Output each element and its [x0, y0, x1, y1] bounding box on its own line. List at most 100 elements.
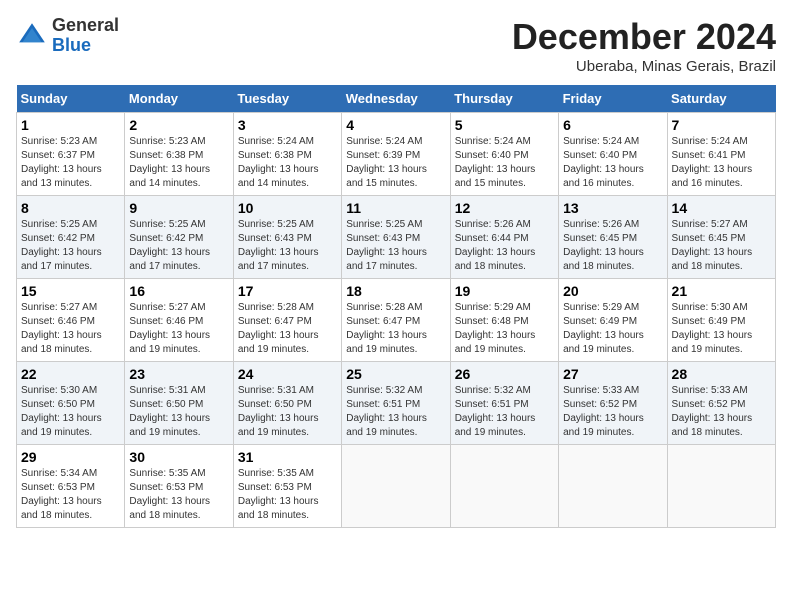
- day-info: Sunrise: 5:29 AM Sunset: 6:48 PM Dayligh…: [455, 301, 554, 357]
- day-number: 11: [346, 200, 445, 216]
- day-number: 22: [21, 366, 120, 382]
- calendar-table: SundayMondayTuesdayWednesdayThursdayFrid…: [16, 85, 776, 528]
- day-info: Sunrise: 5:35 AM Sunset: 6:53 PM Dayligh…: [129, 467, 228, 523]
- month-title: December 2024: [512, 16, 776, 58]
- calendar-cell: 26 Sunrise: 5:32 AM Sunset: 6:51 PM Dayl…: [450, 362, 558, 445]
- col-header-tuesday: Tuesday: [233, 85, 341, 113]
- day-info: Sunrise: 5:29 AM Sunset: 6:49 PM Dayligh…: [563, 301, 662, 357]
- calendar-cell: 18 Sunrise: 5:28 AM Sunset: 6:47 PM Dayl…: [342, 279, 450, 362]
- calendar-cell: 30 Sunrise: 5:35 AM Sunset: 6:53 PM Dayl…: [125, 445, 233, 528]
- day-number: 18: [346, 283, 445, 299]
- day-number: 12: [455, 200, 554, 216]
- calendar-header-row: SundayMondayTuesdayWednesdayThursdayFrid…: [17, 85, 776, 113]
- calendar-cell: 9 Sunrise: 5:25 AM Sunset: 6:42 PM Dayli…: [125, 196, 233, 279]
- calendar-cell: [342, 445, 450, 528]
- day-info: Sunrise: 5:23 AM Sunset: 6:38 PM Dayligh…: [129, 135, 228, 191]
- calendar-week-row: 1 Sunrise: 5:23 AM Sunset: 6:37 PM Dayli…: [17, 113, 776, 196]
- calendar-week-row: 29 Sunrise: 5:34 AM Sunset: 6:53 PM Dayl…: [17, 445, 776, 528]
- day-info: Sunrise: 5:26 AM Sunset: 6:44 PM Dayligh…: [455, 218, 554, 274]
- logo-icon: [16, 20, 48, 52]
- calendar-cell: 27 Sunrise: 5:33 AM Sunset: 6:52 PM Dayl…: [559, 362, 667, 445]
- calendar-cell: 20 Sunrise: 5:29 AM Sunset: 6:49 PM Dayl…: [559, 279, 667, 362]
- day-number: 28: [672, 366, 771, 382]
- day-number: 7: [672, 117, 771, 133]
- calendar-cell: 12 Sunrise: 5:26 AM Sunset: 6:44 PM Dayl…: [450, 196, 558, 279]
- title-block: December 2024 Uberaba, Minas Gerais, Bra…: [512, 16, 776, 75]
- calendar-cell: 1 Sunrise: 5:23 AM Sunset: 6:37 PM Dayli…: [17, 113, 125, 196]
- day-info: Sunrise: 5:28 AM Sunset: 6:47 PM Dayligh…: [238, 301, 337, 357]
- col-header-wednesday: Wednesday: [342, 85, 450, 113]
- calendar-cell: 4 Sunrise: 5:24 AM Sunset: 6:39 PM Dayli…: [342, 113, 450, 196]
- calendar-cell: 19 Sunrise: 5:29 AM Sunset: 6:48 PM Dayl…: [450, 279, 558, 362]
- calendar-cell: 10 Sunrise: 5:25 AM Sunset: 6:43 PM Dayl…: [233, 196, 341, 279]
- calendar-cell: 29 Sunrise: 5:34 AM Sunset: 6:53 PM Dayl…: [17, 445, 125, 528]
- day-number: 31: [238, 449, 337, 465]
- day-info: Sunrise: 5:24 AM Sunset: 6:40 PM Dayligh…: [563, 135, 662, 191]
- day-info: Sunrise: 5:26 AM Sunset: 6:45 PM Dayligh…: [563, 218, 662, 274]
- col-header-sunday: Sunday: [17, 85, 125, 113]
- logo-blue-text: Blue: [52, 35, 91, 55]
- day-number: 20: [563, 283, 662, 299]
- col-header-monday: Monday: [125, 85, 233, 113]
- day-number: 19: [455, 283, 554, 299]
- day-info: Sunrise: 5:25 AM Sunset: 6:43 PM Dayligh…: [238, 218, 337, 274]
- day-number: 8: [21, 200, 120, 216]
- day-number: 3: [238, 117, 337, 133]
- day-number: 5: [455, 117, 554, 133]
- calendar-cell: [559, 445, 667, 528]
- day-number: 17: [238, 283, 337, 299]
- day-number: 23: [129, 366, 228, 382]
- location-text: Uberaba, Minas Gerais, Brazil: [512, 58, 776, 75]
- day-number: 15: [21, 283, 120, 299]
- day-number: 13: [563, 200, 662, 216]
- calendar-cell: 7 Sunrise: 5:24 AM Sunset: 6:41 PM Dayli…: [667, 113, 775, 196]
- day-info: Sunrise: 5:31 AM Sunset: 6:50 PM Dayligh…: [129, 384, 228, 440]
- day-info: Sunrise: 5:34 AM Sunset: 6:53 PM Dayligh…: [21, 467, 120, 523]
- day-number: 27: [563, 366, 662, 382]
- day-info: Sunrise: 5:27 AM Sunset: 6:45 PM Dayligh…: [672, 218, 771, 274]
- calendar-cell: 21 Sunrise: 5:30 AM Sunset: 6:49 PM Dayl…: [667, 279, 775, 362]
- calendar-cell: 25 Sunrise: 5:32 AM Sunset: 6:51 PM Dayl…: [342, 362, 450, 445]
- calendar-cell: 8 Sunrise: 5:25 AM Sunset: 6:42 PM Dayli…: [17, 196, 125, 279]
- day-info: Sunrise: 5:33 AM Sunset: 6:52 PM Dayligh…: [672, 384, 771, 440]
- calendar-week-row: 8 Sunrise: 5:25 AM Sunset: 6:42 PM Dayli…: [17, 196, 776, 279]
- calendar-cell: [667, 445, 775, 528]
- calendar-cell: 6 Sunrise: 5:24 AM Sunset: 6:40 PM Dayli…: [559, 113, 667, 196]
- day-info: Sunrise: 5:27 AM Sunset: 6:46 PM Dayligh…: [129, 301, 228, 357]
- calendar-cell: 24 Sunrise: 5:31 AM Sunset: 6:50 PM Dayl…: [233, 362, 341, 445]
- day-number: 16: [129, 283, 228, 299]
- calendar-cell: 16 Sunrise: 5:27 AM Sunset: 6:46 PM Dayl…: [125, 279, 233, 362]
- day-info: Sunrise: 5:32 AM Sunset: 6:51 PM Dayligh…: [455, 384, 554, 440]
- calendar-cell: 14 Sunrise: 5:27 AM Sunset: 6:45 PM Dayl…: [667, 196, 775, 279]
- calendar-cell: 11 Sunrise: 5:25 AM Sunset: 6:43 PM Dayl…: [342, 196, 450, 279]
- col-header-friday: Friday: [559, 85, 667, 113]
- logo: General Blue: [16, 16, 119, 56]
- calendar-cell: 5 Sunrise: 5:24 AM Sunset: 6:40 PM Dayli…: [450, 113, 558, 196]
- calendar-cell: 22 Sunrise: 5:30 AM Sunset: 6:50 PM Dayl…: [17, 362, 125, 445]
- day-number: 25: [346, 366, 445, 382]
- day-number: 1: [21, 117, 120, 133]
- calendar-cell: 31 Sunrise: 5:35 AM Sunset: 6:53 PM Dayl…: [233, 445, 341, 528]
- page-header: General Blue December 2024 Uberaba, Mina…: [16, 16, 776, 75]
- day-info: Sunrise: 5:24 AM Sunset: 6:39 PM Dayligh…: [346, 135, 445, 191]
- day-info: Sunrise: 5:25 AM Sunset: 6:42 PM Dayligh…: [129, 218, 228, 274]
- day-info: Sunrise: 5:24 AM Sunset: 6:40 PM Dayligh…: [455, 135, 554, 191]
- day-info: Sunrise: 5:35 AM Sunset: 6:53 PM Dayligh…: [238, 467, 337, 523]
- day-info: Sunrise: 5:24 AM Sunset: 6:38 PM Dayligh…: [238, 135, 337, 191]
- day-info: Sunrise: 5:23 AM Sunset: 6:37 PM Dayligh…: [21, 135, 120, 191]
- day-number: 14: [672, 200, 771, 216]
- day-info: Sunrise: 5:27 AM Sunset: 6:46 PM Dayligh…: [21, 301, 120, 357]
- calendar-cell: 13 Sunrise: 5:26 AM Sunset: 6:45 PM Dayl…: [559, 196, 667, 279]
- calendar-cell: 23 Sunrise: 5:31 AM Sunset: 6:50 PM Dayl…: [125, 362, 233, 445]
- day-number: 29: [21, 449, 120, 465]
- col-header-saturday: Saturday: [667, 85, 775, 113]
- day-info: Sunrise: 5:28 AM Sunset: 6:47 PM Dayligh…: [346, 301, 445, 357]
- calendar-week-row: 15 Sunrise: 5:27 AM Sunset: 6:46 PM Dayl…: [17, 279, 776, 362]
- day-info: Sunrise: 5:30 AM Sunset: 6:49 PM Dayligh…: [672, 301, 771, 357]
- day-number: 6: [563, 117, 662, 133]
- calendar-cell: 2 Sunrise: 5:23 AM Sunset: 6:38 PM Dayli…: [125, 113, 233, 196]
- col-header-thursday: Thursday: [450, 85, 558, 113]
- calendar-week-row: 22 Sunrise: 5:30 AM Sunset: 6:50 PM Dayl…: [17, 362, 776, 445]
- day-info: Sunrise: 5:32 AM Sunset: 6:51 PM Dayligh…: [346, 384, 445, 440]
- day-info: Sunrise: 5:25 AM Sunset: 6:42 PM Dayligh…: [21, 218, 120, 274]
